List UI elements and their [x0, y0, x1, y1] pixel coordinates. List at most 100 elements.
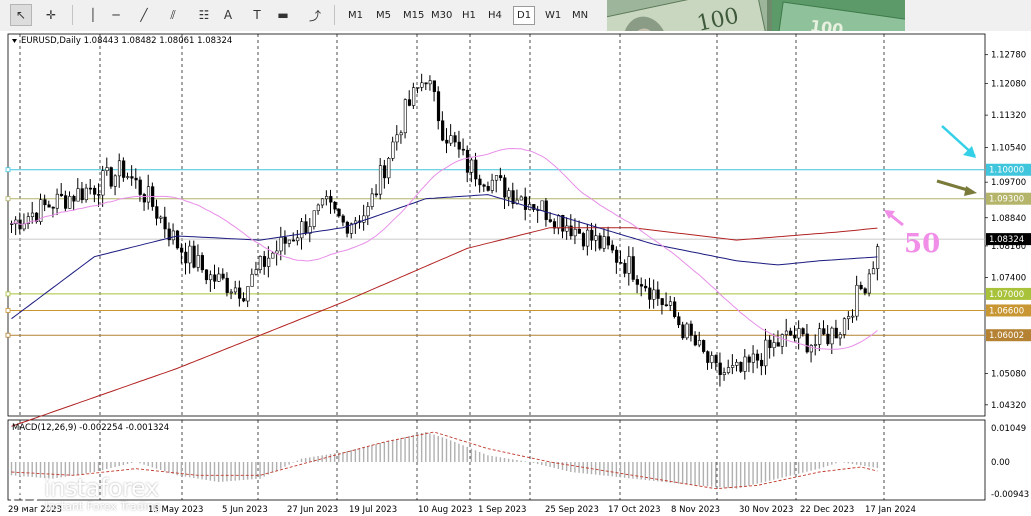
candle-body	[159, 216, 163, 219]
candle-body	[184, 251, 188, 264]
candle-body	[619, 262, 623, 264]
candle-body	[134, 177, 138, 181]
candle-body	[441, 120, 445, 141]
timeframe-d1[interactable]: D1	[513, 6, 536, 25]
timeframe-w1[interactable]: W1	[542, 6, 564, 25]
date-axis-label: 19 Jul 2023	[349, 505, 397, 515]
candle-body	[842, 318, 847, 335]
trendline-tool[interactable]: ╱	[133, 4, 155, 26]
candle-body	[702, 340, 706, 352]
candle-body	[855, 284, 859, 317]
candle-body	[523, 196, 528, 210]
level-anchor	[5, 308, 11, 313]
candle-body	[117, 160, 122, 177]
candle-body	[424, 82, 428, 85]
date-axis-label: 25 Sep 2023	[545, 505, 599, 515]
candle-body	[250, 273, 254, 287]
macd-axis-label: 0.01049	[991, 424, 1026, 434]
date-axis-label: 30 Nov 2023	[739, 505, 793, 515]
arrows-tool[interactable]: ⤴	[304, 4, 326, 26]
candle-body	[180, 247, 184, 253]
candle-body	[581, 233, 586, 247]
horizontal-line-icon: ─	[112, 8, 120, 22]
candle-body	[726, 367, 731, 373]
candle-body	[635, 279, 639, 285]
timeframe-m30[interactable]: M30	[428, 6, 455, 25]
level-anchor	[5, 332, 11, 338]
candle-body	[275, 250, 279, 254]
candle-body	[200, 255, 204, 271]
watermark-tagline: Instant Forex Trading	[45, 500, 161, 513]
ma50-annotation: 50	[904, 229, 940, 259]
channel-icon: ⫽	[170, 7, 176, 22]
text-tool[interactable]: A	[217, 4, 239, 26]
timeframe-m5[interactable]: M5	[373, 6, 394, 25]
level-anchor	[5, 291, 11, 297]
candle-body	[345, 221, 349, 234]
candle-body	[714, 355, 718, 364]
candle-body	[51, 206, 55, 209]
candle-body	[366, 206, 370, 217]
candle-body	[499, 175, 503, 179]
level-anchor	[5, 167, 11, 173]
candle-body	[764, 339, 768, 367]
candle-body	[863, 288, 867, 294]
price-chart[interactable]: 1.10000 1.09300 1.07000 1.06600 1.06002 1.127…	[0, 31, 1031, 516]
candle-body	[407, 99, 412, 106]
fibonacci-icon: ☷	[198, 8, 210, 22]
candle-body	[267, 257, 271, 267]
candle-body	[76, 188, 80, 202]
fibonacci-tool[interactable]: ☷	[193, 4, 215, 26]
toolbar-separator	[334, 5, 335, 25]
candle-body	[623, 262, 627, 274]
date-axis-label: 17 Jan 2024	[865, 505, 916, 515]
candle-body	[751, 353, 755, 363]
candle-body	[793, 334, 797, 339]
candle-body	[718, 362, 722, 375]
candle-body	[325, 196, 329, 200]
timeframe-m15[interactable]: M15	[400, 6, 427, 25]
candle-body	[602, 236, 606, 249]
candle-body	[801, 328, 805, 335]
vertical-line-tool[interactable]: │	[82, 4, 104, 26]
candle-body	[192, 245, 196, 268]
crosshair-tool[interactable]: ✛	[40, 4, 62, 26]
candle-body	[445, 139, 449, 144]
candle-body	[300, 221, 304, 239]
date-axis-label: 27 Jun 2023	[287, 505, 338, 515]
candle-body	[316, 204, 320, 212]
candle-body	[30, 212, 35, 217]
rectangle-tool[interactable]: ▬	[272, 4, 294, 26]
timeframe-mn[interactable]: MN	[569, 6, 591, 25]
candle-body	[196, 255, 200, 268]
timeframe-m1[interactable]: M1	[345, 6, 366, 25]
timeframe-h4[interactable]: H4	[485, 6, 505, 25]
timeframe-h1[interactable]: H1	[459, 6, 479, 25]
candle-body	[818, 328, 822, 345]
candle-body	[784, 330, 789, 335]
candle-body	[258, 256, 262, 270]
candle-body	[428, 80, 432, 85]
candle-body	[374, 193, 378, 196]
candle-body	[822, 328, 826, 335]
equidistant-channel-tool[interactable]: ⫽	[162, 4, 184, 26]
rectangle-icon: ▬	[277, 8, 289, 22]
candle-body	[789, 330, 793, 336]
level-price-label: 1.10000	[989, 166, 1024, 176]
candle-body	[312, 210, 316, 227]
cursor-tool[interactable]: ↖	[10, 4, 32, 26]
text-label-tool[interactable]: T	[246, 4, 268, 26]
candle-body	[155, 206, 159, 219]
level-price-label: 1.06002	[989, 331, 1024, 341]
horizontal-line-tool[interactable]: ─	[105, 4, 127, 26]
chart-symbol-header: EURUSD,Daily 1.08443 1.08482 1.08061 1.0…	[21, 36, 232, 46]
candle-body	[859, 284, 863, 290]
candle-body	[631, 256, 635, 280]
price-axis-label: 1.11320	[991, 111, 1026, 121]
candle-body	[80, 188, 84, 201]
candle-body	[217, 273, 221, 282]
candle-body	[871, 268, 876, 275]
level-price-label: 1.09300	[989, 195, 1024, 205]
price-axis-label: 1.12780	[991, 51, 1026, 61]
candle-body	[171, 230, 175, 241]
